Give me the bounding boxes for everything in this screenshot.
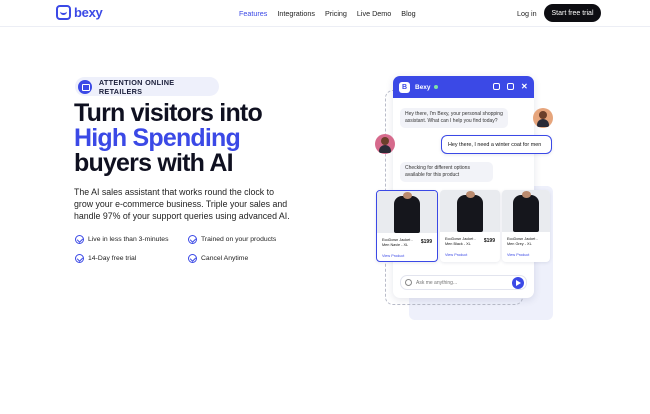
headline-line-1: Turn visitors into <box>74 99 263 127</box>
product-card[interactable]: EcoDown Jacket - Men Black - XL $199 Vie… <box>440 190 500 262</box>
feature-item: 14-Day free trial <box>75 254 136 263</box>
feature-item: Cancel Anytime <box>188 254 248 263</box>
view-product-link[interactable]: View Product <box>382 254 404 258</box>
product-image <box>440 190 500 232</box>
page-title: Turn visitors into High Spending buyers … <box>74 99 263 177</box>
product-name: EcoDown Jacket - Men Navie - XL <box>382 238 413 247</box>
product-name: EcoDown Jacket - Men Black - XL <box>445 237 476 246</box>
brand-logo[interactable]: bexy <box>56 5 103 20</box>
bot-avatar <box>533 108 553 128</box>
user-message: Hey there, I need a winter coat for men <box>441 135 552 154</box>
feature-label: Trained on your products <box>201 236 277 243</box>
nav-pricing[interactable]: Pricing <box>325 9 347 18</box>
headline-line-3: buyers with AI <box>74 149 234 177</box>
product-price: $199 <box>483 238 495 244</box>
site-header: bexy Features Integrations Pricing Live … <box>0 0 650 27</box>
nav-features[interactable]: Features <box>239 9 267 18</box>
nav-integrations[interactable]: Integrations <box>277 9 315 18</box>
chat-header: B Bexy ✕ <box>393 76 534 98</box>
chat-header-actions: ✕ <box>493 83 528 91</box>
main-nav: Features Integrations Pricing Live Demo … <box>239 9 416 18</box>
nav-blog[interactable]: Blog <box>401 9 415 18</box>
badge-label: ATTENTION ONLINE RETAILERS <box>98 77 175 96</box>
refresh-icon[interactable] <box>507 83 514 90</box>
check-icon <box>188 235 197 244</box>
start-free-trial-button[interactable]: Start free trial <box>544 4 601 22</box>
check-icon <box>188 254 197 263</box>
cart-icon[interactable] <box>493 83 500 90</box>
product-carousel: EcoDown Jacket - Men Navie - XL $199 Vie… <box>376 190 550 264</box>
check-icon <box>75 254 84 263</box>
product-image <box>377 191 437 233</box>
view-product-link[interactable]: View Product <box>507 253 529 257</box>
send-icon[interactable] <box>512 277 524 289</box>
product-name: EcoDown Jacket - Men Grey - XL <box>507 237 538 246</box>
feature-label: Cancel Anytime <box>201 255 249 262</box>
audience-badge: ATTENTION ONLINE RETAILERS <box>75 77 219 96</box>
product-card[interactable]: EcoDown Jacket - Men Navie - XL $199 Vie… <box>376 190 438 262</box>
product-price: $199 <box>420 239 432 245</box>
product-image <box>502 190 550 232</box>
feature-label: 14-Day free trial <box>88 255 137 262</box>
chat-title: Bexy <box>415 83 431 91</box>
product-card[interactable]: EcoDown Jacket - Men Grey - XL View Prod… <box>502 190 550 262</box>
cart-icon <box>78 79 92 94</box>
info-icon <box>405 279 412 286</box>
bexy-logo-icon <box>56 5 71 20</box>
chat-input[interactable] <box>416 278 506 288</box>
feature-item: Live in less than 3-minutes <box>75 235 168 244</box>
chat-input-bar <box>400 275 527 290</box>
bexy-avatar-icon: B <box>399 81 410 93</box>
check-icon <box>75 235 84 244</box>
user-avatar <box>375 134 395 154</box>
bot-message: Checking for different options available… <box>400 162 493 182</box>
nav-live-demo[interactable]: Live Demo <box>357 9 391 18</box>
close-icon[interactable]: ✕ <box>521 83 528 91</box>
bot-message: Hey there, I'm Bexy, your personal shopp… <box>400 108 508 128</box>
hero-description: The AI sales assistant that works round … <box>74 187 290 221</box>
brand-name: bexy <box>74 5 103 20</box>
login-link[interactable]: Log in <box>517 9 537 18</box>
headline-line-2: High Spending <box>74 124 241 152</box>
online-status-icon <box>433 85 438 89</box>
view-product-link[interactable]: View Product <box>445 253 467 257</box>
feature-label: Live in less than 3-minutes <box>88 236 169 243</box>
feature-item: Trained on your products <box>188 235 276 244</box>
